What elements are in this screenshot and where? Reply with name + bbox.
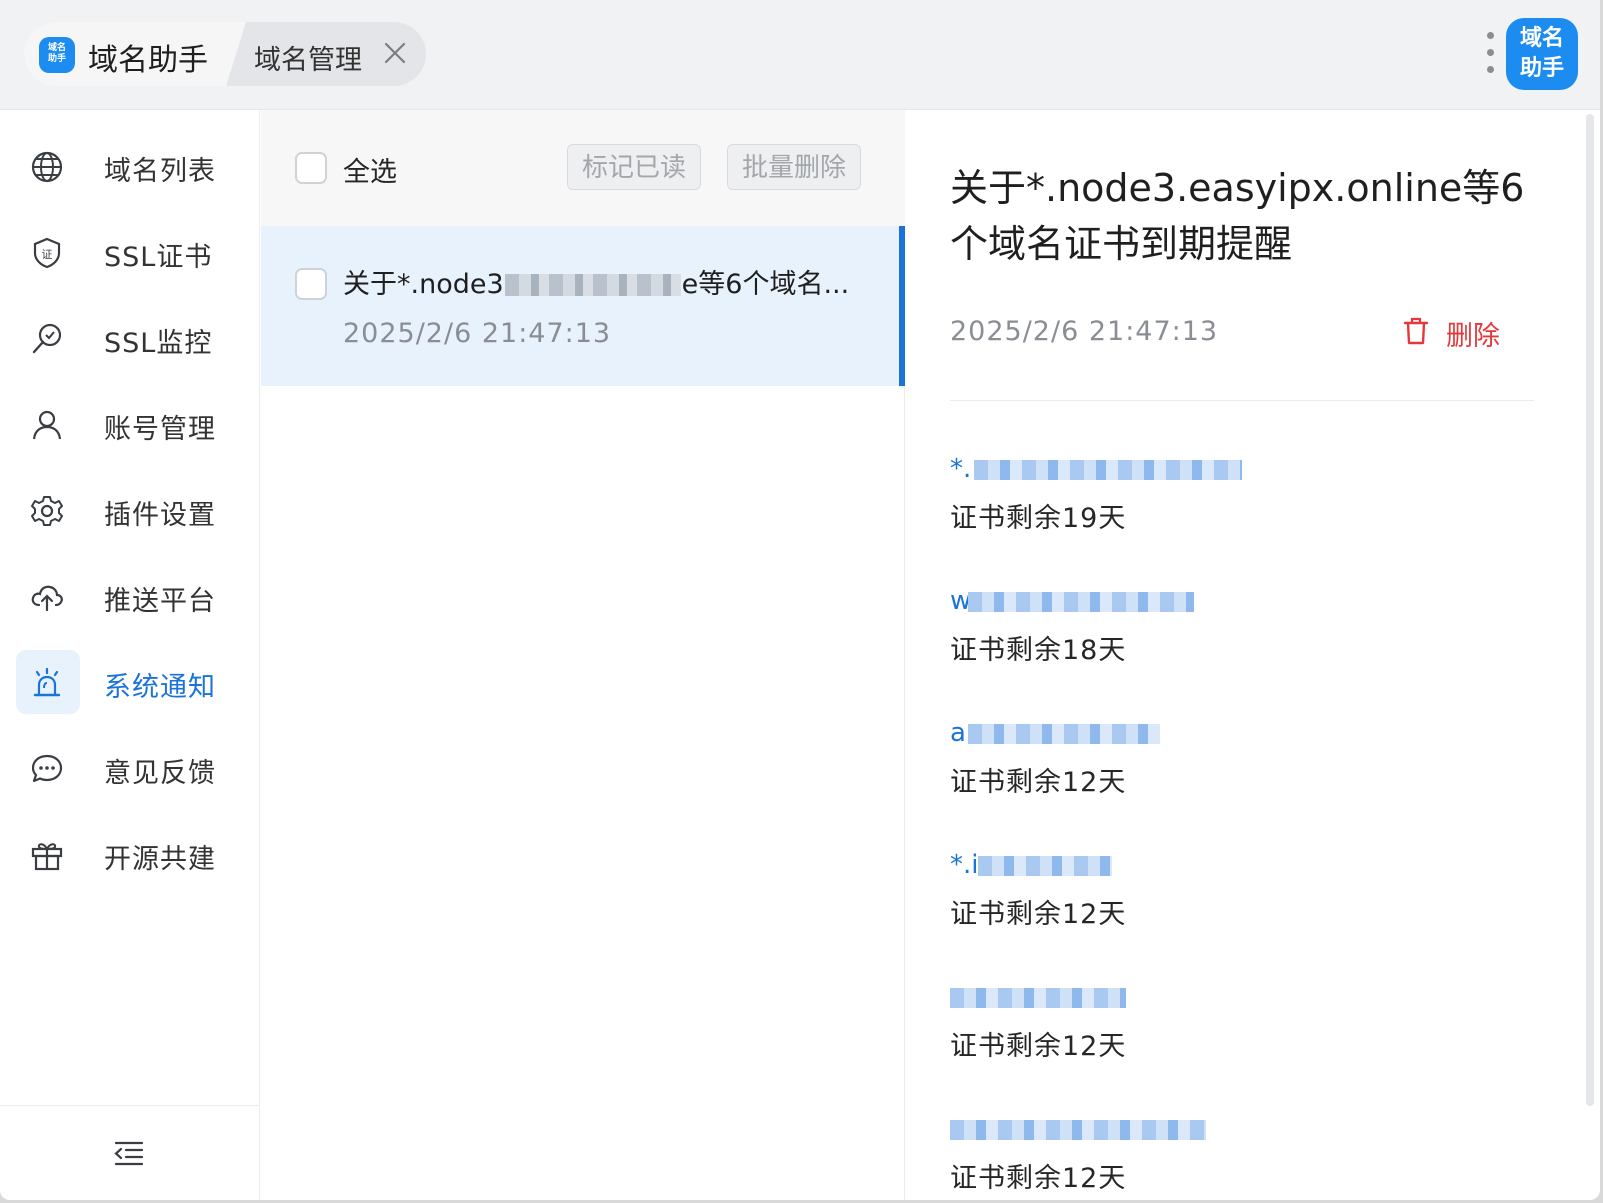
- domain-entry: *. 证书剩余19天: [950, 454, 1350, 544]
- sidebar-item-domain-list[interactable]: 域名列表: [16, 134, 244, 198]
- domain-link[interactable]: a: [950, 718, 966, 748]
- domain-entry: *.i 证书剩余12天: [950, 850, 1350, 940]
- alarm-icon: [33, 667, 61, 697]
- sidebar-item-label: 域名列表: [104, 156, 216, 187]
- select-all-label: 全选: [343, 157, 397, 188]
- select-all-checkbox[interactable]: [295, 152, 327, 184]
- redacted-text: [968, 724, 1160, 744]
- sidebar-item-label: 意见反馈: [104, 758, 216, 789]
- detail-scrollbar[interactable]: [1586, 114, 1594, 1106]
- sidebar-item-ssl-monitor[interactable]: SSL监控: [16, 306, 244, 370]
- app-logo-icon: 域名 助手: [39, 37, 75, 73]
- sidebar-item-label: SSL监控: [104, 328, 213, 359]
- divider: [950, 400, 1534, 401]
- sidebar-item-label: 推送平台: [104, 586, 216, 617]
- sidebar-footer: [0, 1105, 260, 1200]
- cert-remaining: 证书剩余12天: [950, 899, 1127, 930]
- monitor-search-icon: [32, 323, 62, 354]
- list-toolbar: 全选 标记已读 批量删除: [261, 110, 905, 226]
- svg-text:证: 证: [42, 248, 53, 261]
- domain-link[interactable]: *.i: [950, 850, 979, 880]
- batch-delete-button[interactable]: 批量删除: [727, 144, 862, 190]
- detail-title: 关于*.node3.easyipx.online等6个域名证书到期提醒: [950, 166, 1525, 266]
- item-checkbox[interactable]: [295, 268, 327, 300]
- message-title-suffix: e等6个域名...: [681, 269, 850, 300]
- cert-remaining: 证书剩余18天: [950, 635, 1127, 666]
- tab-home[interactable]: 域名 助手 域名助手: [24, 22, 246, 86]
- sidebar-item-ssl-cert[interactable]: 证 SSL证书: [16, 220, 244, 284]
- menu-fold-icon[interactable]: [112, 1136, 146, 1170]
- sidebar-item-label: 开源共建: [104, 844, 216, 875]
- delete-label: 删除: [1446, 321, 1500, 352]
- redacted-text: [950, 988, 1126, 1008]
- cert-remaining: 证书剩余12天: [950, 1031, 1127, 1062]
- app-window: 域名 助手 域名助手 域名管理 域名 助手 域名列表 证 SSL证书 SSL监控…: [0, 0, 1600, 1200]
- tab-home-label: 域名助手: [88, 43, 208, 78]
- redacted-text: [968, 592, 1194, 612]
- sidebar-item-label: 插件设置: [104, 500, 216, 531]
- sidebar-item-push-platform[interactable]: 推送平台: [16, 564, 244, 628]
- certificate-shield-icon: 证: [33, 237, 61, 269]
- sidebar-item-feedback[interactable]: 意见反馈: [16, 736, 244, 800]
- gear-icon: [31, 496, 63, 526]
- list-item[interactable]: 关于*.node3 e等6个域名... 2025/2/6 21:47:13: [261, 226, 905, 386]
- domain-link[interactable]: *.: [950, 454, 971, 484]
- cloud-upload-icon: [31, 585, 63, 612]
- chat-bubble-icon: [31, 754, 63, 783]
- close-icon[interactable]: [380, 38, 410, 68]
- globe-icon: [31, 151, 63, 183]
- cert-remaining: 证书剩余12天: [950, 767, 1127, 798]
- sidebar-item-system-notice[interactable]: 系统通知: [16, 650, 244, 714]
- more-menu-icon[interactable]: [1484, 30, 1496, 76]
- redacted-text: [978, 856, 1112, 876]
- user-icon: [32, 410, 62, 440]
- message-title: 关于*.node3 e等6个域名...: [343, 262, 853, 301]
- sidebar: 域名列表 证 SSL证书 SSL监控 账号管理 插件设置 推送平台 系统通知 意…: [0, 110, 260, 1200]
- domain-entry: 证书剩余12天: [950, 1114, 1350, 1200]
- mark-read-button[interactable]: 标记已读: [567, 144, 702, 190]
- notification-list: 全选 标记已读 批量删除 关于*.node3 e等6个域名... 2025/2/6…: [261, 110, 905, 1200]
- sidebar-item-plugin-settings[interactable]: 插件设置: [16, 478, 244, 542]
- sidebar-item-label: 系统通知: [104, 672, 216, 703]
- gift-icon: [31, 843, 63, 871]
- redacted-text: [504, 274, 681, 296]
- tab-strip: 域名 助手 域名助手 域名管理: [24, 22, 426, 86]
- message-title-prefix: 关于*.node3: [343, 269, 504, 300]
- notification-detail: 关于*.node3.easyipx.online等6个域名证书到期提醒 2025…: [906, 110, 1576, 1200]
- sidebar-item-label: 账号管理: [104, 414, 216, 445]
- redacted-text: [974, 460, 1242, 480]
- sidebar-item-account[interactable]: 账号管理: [16, 392, 244, 456]
- tab-domain-management-label: 域名管理: [254, 45, 362, 76]
- domain-entry: w 证书剩余18天: [950, 586, 1350, 676]
- cert-remaining: 证书剩余19天: [950, 503, 1127, 534]
- cert-remaining: 证书剩余12天: [950, 1163, 1127, 1194]
- trash-icon: [1403, 317, 1429, 345]
- domain-entry: a 证书剩余12天: [950, 718, 1350, 808]
- app-badge-icon[interactable]: 域名 助手: [1506, 18, 1578, 90]
- domain-entry: 证书剩余12天: [950, 982, 1350, 1072]
- sidebar-item-open-source[interactable]: 开源共建: [16, 822, 244, 886]
- redacted-text: [950, 1120, 1206, 1140]
- detail-time: 2025/2/6 21:47:13: [950, 316, 1219, 347]
- message-time: 2025/2/6 21:47:13: [343, 318, 612, 349]
- sidebar-item-label: SSL证书: [104, 242, 213, 273]
- title-bar: 域名 助手 域名助手 域名管理 域名 助手: [0, 0, 1600, 110]
